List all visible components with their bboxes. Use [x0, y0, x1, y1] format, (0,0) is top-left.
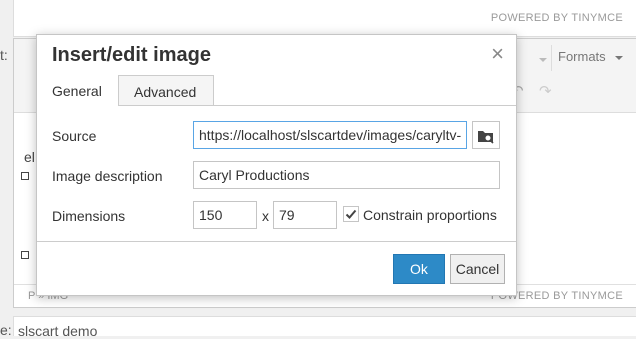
top-editor-statusbar: POWERED BY TINYMCE — [13, 0, 636, 37]
dropdown-caret-icon[interactable] — [539, 58, 547, 62]
bottom-field[interactable]: slscart demo — [13, 316, 636, 339]
resize-handle[interactable] — [21, 251, 29, 259]
insert-image-dialog: Insert/edit image × General Advanced Sou… — [36, 34, 517, 296]
checkmark-icon — [345, 209, 357, 219]
cancel-button[interactable]: Cancel — [450, 254, 505, 284]
powered-by-label: POWERED BY TINYMCE — [490, 12, 623, 24]
dialog-tabs: General Advanced — [37, 75, 516, 106]
tab-general[interactable]: General — [37, 75, 119, 106]
toolbar-separator — [551, 45, 552, 71]
field-label-fragment: t: — [0, 47, 8, 63]
dialog-title: Insert/edit image — [52, 44, 211, 66]
source-input[interactable]: https://localhost/slscartdev/images/cary… — [193, 121, 467, 149]
image-description-input[interactable]: Caryl Productions — [193, 161, 500, 189]
tab-advanced[interactable]: Advanced — [119, 75, 214, 105]
source-label: Source — [52, 128, 97, 144]
folder-search-icon — [478, 131, 494, 144]
ok-button[interactable]: Ok — [393, 254, 445, 284]
field-label-fragment: e: — [0, 322, 12, 338]
bottom-field-value: slscart demo — [18, 323, 98, 339]
constrain-proportions-checkbox[interactable] — [343, 206, 359, 222]
image-description-label: Image description — [52, 168, 163, 184]
constrain-proportions-label[interactable]: Constrain proportions — [363, 207, 497, 223]
dimensions-label: Dimensions — [52, 208, 126, 224]
dialog-footer: Ok Cancel — [37, 241, 516, 295]
browse-button[interactable] — [472, 121, 500, 149]
editor-content-text[interactable]: el — [24, 149, 35, 165]
dialog-header: Insert/edit image × — [37, 35, 516, 75]
dimension-separator: x — [262, 208, 269, 224]
formats-dropdown[interactable]: Formats — [558, 49, 623, 64]
redo-icon[interactable]: ↷ — [539, 82, 552, 100]
height-input[interactable]: 79 — [273, 201, 337, 229]
close-icon[interactable]: × — [491, 42, 504, 66]
resize-handle[interactable] — [21, 172, 29, 180]
width-input[interactable]: 150 — [193, 201, 257, 229]
